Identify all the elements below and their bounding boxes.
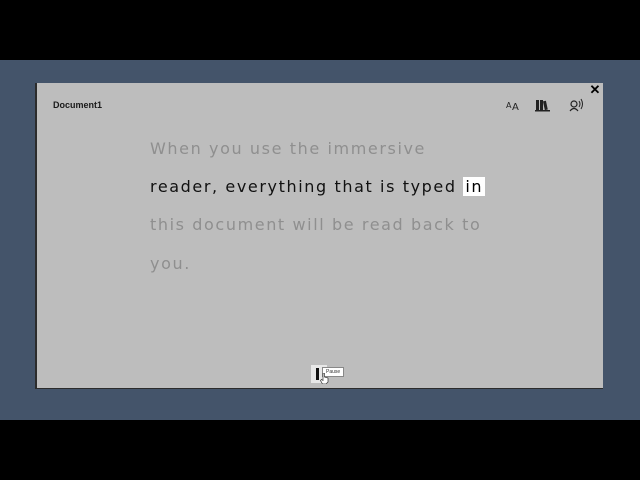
reader-line-2: reader, everything that is typed in (150, 177, 486, 196)
svg-text:A: A (512, 102, 519, 112)
line-text: When you use the immersive (150, 139, 426, 158)
line-text: this document will be read back to (150, 215, 482, 234)
hand-cursor-icon (320, 373, 329, 384)
close-button[interactable]: ✕ (589, 83, 601, 96)
line-text: reader, everything that is typed (150, 177, 464, 196)
document-title: Document1 (53, 100, 103, 110)
immersive-reader-window: Document1 A A ✕ When you use the immersi… (35, 83, 603, 389)
reader-line-4: you. (150, 254, 191, 273)
voice-settings-icon[interactable] (568, 98, 584, 112)
text-preferences-icon[interactable]: A A (505, 98, 521, 113)
reader-line-3: this document will be read back to (150, 215, 481, 234)
grammar-options-icon[interactable] (535, 98, 551, 112)
reader-line-1: When you use the immersive (150, 139, 426, 158)
pause-icon (316, 368, 319, 380)
line-text: you. (150, 254, 191, 273)
current-word-highlight: in (463, 177, 486, 196)
